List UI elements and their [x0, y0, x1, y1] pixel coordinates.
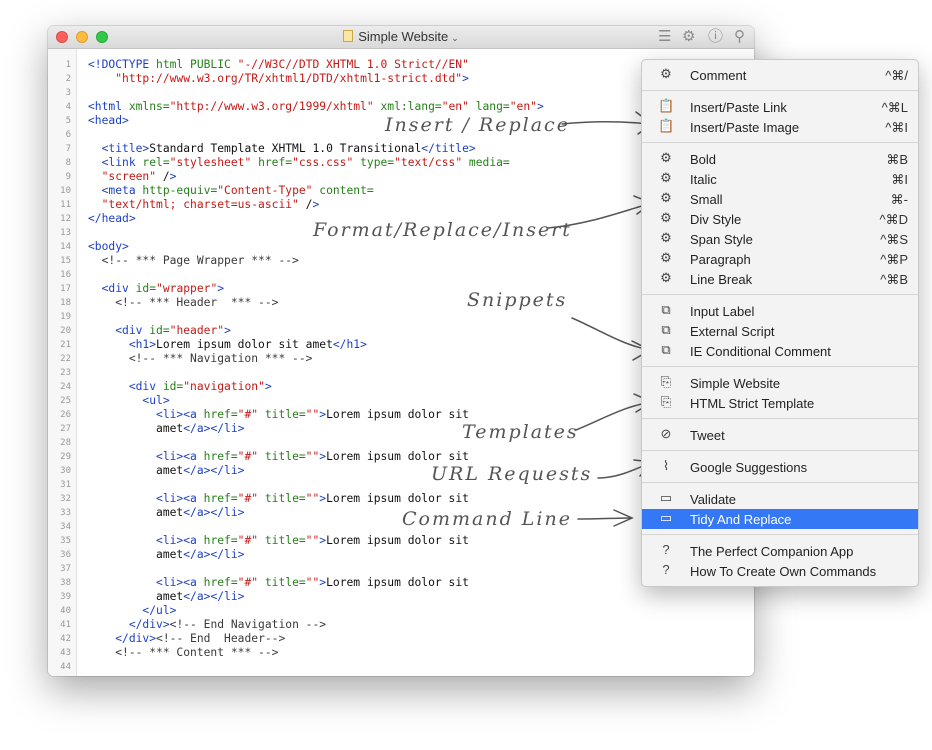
menu-item-label: Input Label: [690, 304, 755, 319]
clipboard-icon: 📋: [658, 98, 675, 113]
menu-item-label: Insert/Paste Image: [690, 120, 800, 135]
menu-item-label: Italic: [690, 172, 717, 187]
annotation-format-replace-insert: Format/Replace/Insert: [313, 219, 572, 241]
menu-item-the-perfect-companion-app[interactable]: ? The Perfect Companion App: [642, 541, 918, 561]
menu-item-shortcut: ^⌘B: [880, 272, 908, 287]
gear-icon: ⚙: [660, 190, 672, 205]
gear-icon: ⚙: [660, 230, 672, 245]
annotation-templates: Templates: [462, 421, 579, 443]
menu-item-line-break[interactable]: ⚙ Line Break ^⌘B: [642, 269, 918, 289]
menu-item-label: IE Conditional Comment: [690, 344, 831, 359]
menu-item-label: Validate: [690, 492, 737, 507]
menu-item-label: Line Break: [690, 272, 753, 287]
paperclip-icon: ⌇: [662, 458, 670, 473]
menu-item-shortcut: ^⌘I: [885, 120, 908, 135]
menu-item-div-style[interactable]: ⚙ Div Style ^⌘D: [642, 209, 918, 229]
template-icon: ⎘: [660, 374, 672, 389]
menu-item-tidy-and-replace[interactable]: ▭ Tidy And Replace: [642, 509, 918, 529]
menu-item-shortcut: ^⌘P: [880, 252, 908, 267]
annotation-insert-replace: Insert / Replace: [385, 114, 570, 136]
menu-item-label: The Perfect Companion App: [690, 544, 854, 559]
menu-item-label: External Script: [690, 324, 775, 339]
menu-item-external-script[interactable]: ⧉ External Script: [642, 321, 918, 341]
menu-separator: [642, 90, 918, 91]
annotation-url-requests: URL Requests: [431, 463, 593, 485]
menu-item-comment[interactable]: ⚙ Comment ^⌘/: [642, 65, 918, 85]
gear-icon: ⚙: [660, 170, 672, 185]
menu-item-insert-paste-link[interactable]: 📋 Insert/Paste Link ^⌘L: [642, 97, 918, 117]
menu-item-italic[interactable]: ⚙ Italic ⌘I: [642, 169, 918, 189]
menu-item-shortcut: ^⌘/: [885, 68, 908, 83]
menu-item-shortcut: ^⌘L: [881, 100, 908, 115]
puzzle-icon: ⧉: [661, 322, 671, 337]
menu-item-span-style[interactable]: ⚙ Span Style ^⌘S: [642, 229, 918, 249]
terminal-icon: ▭: [659, 490, 673, 505]
menu-item-label: Simple Website: [690, 376, 781, 391]
arrow-insert-replace: [561, 120, 651, 125]
menu-item-label: Comment: [690, 68, 747, 83]
menu-item-label: Bold: [690, 152, 717, 167]
menu-item-label: Paragraph: [690, 252, 751, 267]
menu-item-label: Small: [690, 192, 723, 207]
menu-item-bold[interactable]: ⚙ Bold ⌘B: [642, 149, 918, 169]
menu-item-label: HTML Strict Template: [690, 396, 815, 411]
menu-separator: [642, 294, 918, 295]
menu-item-validate[interactable]: ▭ Validate: [642, 489, 918, 509]
commands-menu: ⚙ Comment ^⌘/ 📋 Insert/Paste Link ^⌘L 📋 Insert/…: [641, 59, 919, 587]
menu-item-simple-website[interactable]: ⎘ Simple Website: [642, 373, 918, 393]
menu-item-label: Div Style: [690, 212, 742, 227]
menu-separator: [642, 142, 918, 143]
menu-separator: [642, 482, 918, 483]
menu-item-shortcut: ^⌘S: [880, 232, 908, 247]
menu-item-label: Insert/Paste Link: [690, 100, 787, 115]
gear-icon: ⚙: [660, 66, 672, 81]
menu-item-html-strict-template[interactable]: ⎘ HTML Strict Template: [642, 393, 918, 413]
arrow-command-line: [577, 517, 633, 520]
menu-separator: [642, 418, 918, 419]
gear-icon: ⚙: [660, 210, 672, 225]
annotation-snippets: Snippets: [467, 289, 568, 311]
puzzle-icon: ⧉: [661, 342, 671, 357]
menu-item-small[interactable]: ⚙ Small ⌘-: [642, 189, 918, 209]
puzzle-icon: ⧉: [661, 302, 671, 317]
menu-item-label: Google Suggestions: [690, 460, 808, 475]
menu-item-input-label[interactable]: ⧉ Input Label: [642, 301, 918, 321]
menu-item-label: How To Create Own Commands: [690, 564, 877, 579]
menu-item-label: Span Style: [690, 232, 753, 247]
menu-item-shortcut: ⌘B: [886, 152, 908, 167]
menu-separator: [642, 450, 918, 451]
gear-icon: ⚙: [660, 270, 672, 285]
compass-icon: ⊘: [660, 426, 672, 441]
menu-item-how-to-create-own-commands[interactable]: ? How To Create Own Commands: [642, 561, 918, 581]
menu-item-tweet[interactable]: ⊘ Tweet: [642, 425, 918, 445]
menu-item-shortcut: ⌘-: [890, 192, 908, 207]
template-icon: ⎘: [660, 394, 672, 409]
menu-separator: [642, 534, 918, 535]
question-icon: ?: [662, 542, 670, 557]
menu-item-insert-paste-image[interactable]: 📋 Insert/Paste Image ^⌘I: [642, 117, 918, 137]
menu-item-google-suggestions[interactable]: ⌇ Google Suggestions: [642, 457, 918, 477]
menu-item-label: Tweet: [690, 428, 725, 443]
gear-icon: ⚙: [660, 250, 672, 265]
menu-item-label: Tidy And Replace: [690, 512, 792, 527]
gear-icon: ⚙: [660, 150, 672, 165]
menu-item-paragraph[interactable]: ⚙ Paragraph ^⌘P: [642, 249, 918, 269]
menu-item-shortcut: ⌘I: [891, 172, 908, 187]
menu-separator: [642, 366, 918, 367]
terminal-icon: ▭: [659, 510, 673, 525]
arrow-snippets: [571, 317, 651, 351]
clipboard-icon: 📋: [658, 118, 675, 133]
question-icon: ?: [662, 562, 670, 577]
menu-item-shortcut: ^⌘D: [879, 212, 909, 227]
menu-item-ie-conditional-comment[interactable]: ⧉ IE Conditional Comment: [642, 341, 918, 361]
annotation-command-line: Command Line: [402, 508, 572, 530]
